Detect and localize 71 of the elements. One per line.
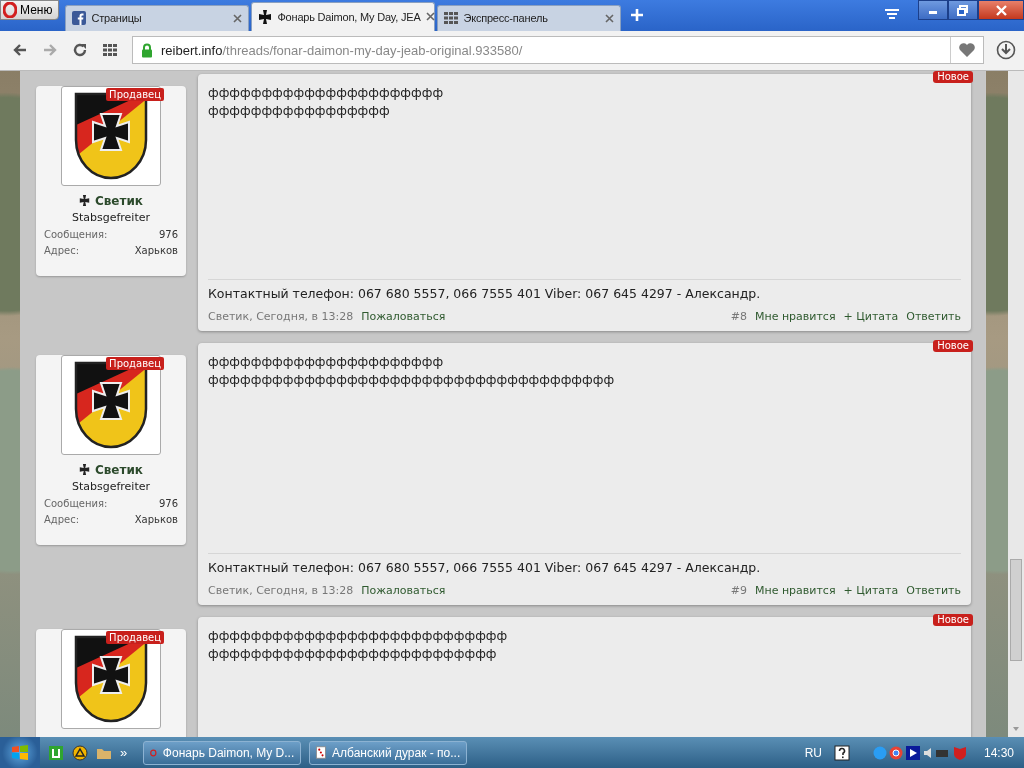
- signature-text: Контактный телефон: 067 680 5557, 066 7555 401 Viber: 067 645 4297 - Александр.: [208, 552, 961, 575]
- action-link[interactable]: + Цитата: [843, 309, 899, 323]
- message-text: ффффффффффффффффф: [208, 101, 391, 120]
- more-icon[interactable]: »: [120, 745, 128, 760]
- facebook-icon: [72, 11, 87, 26]
- message-text: фффффффффффффффффффффф: [208, 352, 445, 371]
- message-text: фффффффффффффффффффффф: [208, 83, 445, 102]
- menu-button[interactable]: Меню: [0, 0, 60, 20]
- scroll-thumb[interactable]: [1010, 558, 1022, 661]
- report-link[interactable]: Пожаловаться: [361, 583, 446, 597]
- message-text: ффффффффффффффффффффффффффф: [208, 644, 498, 663]
- minimize-icon[interactable]: [918, 0, 948, 20]
- new-badge: Новое: [933, 613, 973, 626]
- action-link[interactable]: Ответить: [906, 583, 961, 597]
- windows-logo-icon: [10, 742, 30, 763]
- close-icon[interactable]: [425, 12, 435, 22]
- language-indicator[interactable]: RU: [804, 745, 822, 760]
- grid-icon[interactable]: [102, 42, 118, 59]
- maximize-icon[interactable]: [948, 0, 978, 20]
- taskbar-button[interactable]: Албанский дурак - по...: [309, 740, 468, 765]
- opera-icon: [3, 2, 17, 18]
- taskbar-button[interactable]: Фонарь Daimon, My D...: [143, 740, 302, 765]
- post-number[interactable]: #9: [730, 583, 747, 597]
- message-text: фффффффффффффффффффффффффффф: [208, 626, 509, 645]
- username-link[interactable]: Светик: [94, 193, 143, 208]
- report-link[interactable]: Пожаловаться: [361, 309, 446, 323]
- tray-icons-drawing[interactable]: [871, 744, 968, 761]
- app-icon[interactable]: [48, 744, 64, 761]
- cross-icon: [78, 195, 90, 207]
- stat-label: Адрес:: [44, 244, 80, 256]
- post-meta: Светик, Сегодня, в 13:28: [208, 583, 354, 597]
- grid-icon: [444, 11, 459, 26]
- clock: 14:30: [983, 745, 1014, 760]
- user-rank: Stabsgefreiter: [71, 210, 151, 224]
- stat-value: Харьков: [134, 244, 178, 256]
- stat-value: 976: [158, 497, 178, 509]
- browser-tab[interactable]: Экспресс-панель: [437, 4, 622, 31]
- stat-label: Сообщения:: [44, 497, 108, 509]
- action-link[interactable]: Мне нравится: [754, 583, 836, 597]
- cross-icon: [258, 9, 273, 24]
- lock-icon: [141, 42, 153, 58]
- seller-badge: Продавец: [106, 630, 164, 644]
- seller-badge: Продавец: [106, 356, 164, 370]
- stat-label: Адрес:: [44, 513, 80, 525]
- action-link[interactable]: Ответить: [906, 309, 961, 323]
- stat-value: 976: [158, 228, 178, 240]
- scrollbar[interactable]: [1008, 70, 1024, 737]
- close-icon[interactable]: [978, 0, 1024, 20]
- browser-tab[interactable]: Страницы: [65, 4, 250, 31]
- address-field[interactable]: reibert.info/threads/fonar-daimon-my-day-jeab-original.933580/: [132, 36, 984, 65]
- cross-icon: [78, 464, 90, 476]
- help-icon[interactable]: [833, 744, 850, 761]
- seller-badge: Продавец: [106, 87, 164, 101]
- action-link[interactable]: + Цитата: [843, 583, 899, 597]
- post-meta: Светик, Сегодня, в 13:28: [208, 309, 354, 323]
- message-text: фффффффффффффффффффффффффффффффффффффф: [208, 370, 616, 389]
- username-link[interactable]: Светик: [94, 462, 143, 477]
- browser-tab[interactable]: Фонарь Daimon, My Day, JEA: [251, 1, 436, 31]
- action-link[interactable]: Мне нравится: [754, 309, 836, 323]
- reload-icon[interactable]: [72, 42, 88, 59]
- heart-icon[interactable]: [958, 42, 976, 59]
- stat-value: Харьков: [134, 513, 178, 525]
- plus-icon[interactable]: [631, 9, 644, 22]
- download-icon[interactable]: [996, 40, 1016, 61]
- start-button[interactable]: [0, 737, 40, 768]
- card-icon: [316, 745, 327, 760]
- new-badge: Новое: [933, 339, 973, 352]
- user-rank: Stabsgefreiter: [71, 479, 151, 493]
- post-number[interactable]: #8: [730, 309, 747, 323]
- stat-label: Сообщения:: [44, 228, 108, 240]
- signature-text: Контактный телефон: 067 680 5557, 066 7555 401 Viber: 067 645 4297 - Александр.: [208, 278, 961, 301]
